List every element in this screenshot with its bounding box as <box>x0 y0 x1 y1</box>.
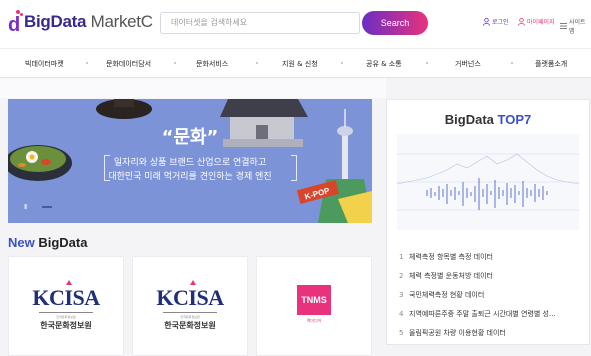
search-button[interactable]: Search <box>362 11 428 35</box>
nav-item-bigdata-market[interactable]: 빅데이터마켓 <box>25 59 64 69</box>
sitemap-label: 사이트맵 <box>568 19 586 35</box>
card-org-name: 한국문화정보원 <box>40 321 92 330</box>
banner-title: “문화” <box>161 127 219 148</box>
kcisa-logo: KCISA <box>32 285 100 310</box>
new-bigdata-title: New BigData <box>8 235 88 250</box>
user-icon <box>483 17 490 26</box>
nav-item-culture-data[interactable]: 문화데이터담서 <box>106 59 151 69</box>
search-input[interactable]: 데이터셋을 검색하세요 <box>160 12 360 34</box>
main-nav: 빅데이터마켓 문화데이터담서 문화서비스 지원 & 신청 공유 & 소통 거버넌… <box>0 48 591 78</box>
tnms-logo: TNMS <box>297 285 331 315</box>
nav-item-governance[interactable]: 거버넌스 <box>455 59 481 69</box>
banner-subtitle-line2: 대한민국 미래 먹거리를 견인하는 경제 엔진 <box>108 172 272 182</box>
user-icon <box>518 17 525 26</box>
dataset-card[interactable]: KCISA 한국문화정보원 한국문화정보원 <box>8 256 124 356</box>
top7-title: BigData TOP7 <box>444 112 532 127</box>
top7-item[interactable]: 2 체력 측정별 운동처방 데이터 <box>399 271 585 281</box>
card-org-name: 한국문화정보원 <box>164 321 216 330</box>
nav-item-support[interactable]: 지원 & 신청 <box>282 59 318 69</box>
menu-icon <box>560 23 567 29</box>
top7-item[interactable]: 1 체력측정 항목별 측정 데이터 <box>399 252 585 262</box>
login-label: 로그인 <box>492 19 509 26</box>
banner-subtitle-line1: 일자리와 상품 브랜드 산업으로 연결하고 <box>113 158 267 168</box>
sitemap-link[interactable]: 사이트맵 <box>560 17 591 35</box>
top7-item[interactable]: 5 올림픽공원 차량 이용현황 데이터 <box>399 328 585 338</box>
site-logo[interactable]: d BigData MarketC <box>8 10 153 36</box>
nav-item-share[interactable]: 공유 & 소통 <box>366 59 402 69</box>
mypage-link[interactable]: 마이페이지 <box>518 17 555 26</box>
hero-banner[interactable]: K-POP “문화” 일자리와 상품 브랜드 산업으로 연결하고 대한민국 미래… <box>8 99 372 223</box>
dataset-card[interactable]: TNMS 렉미디어 <box>256 256 372 356</box>
top7-item[interactable]: 4 지역예따른주중 주말 출퇴근 시간대별 연령별 성… <box>399 309 585 319</box>
logo-mark-icon: d <box>8 10 23 36</box>
card-org-name: 렉미디어 <box>306 318 322 323</box>
logo-text-light: MarketC <box>90 12 153 31</box>
top7-panel: BigData TOP7 1 체력측정 항목별 측정 데이터 2 체력 측정별 … <box>386 99 590 345</box>
dataset-card[interactable]: KCISA 한국문화정보원 한국문화정보원 <box>132 256 248 356</box>
nav-item-platform-intro[interactable]: 플랫폼소개 <box>535 59 567 69</box>
pause-button[interactable]: II <box>24 203 27 211</box>
logo-text-main: BigData <box>24 12 87 31</box>
login-link[interactable]: 로그인 <box>483 17 509 26</box>
banner-pager[interactable] <box>42 206 52 208</box>
nav-item-culture-service[interactable]: 문화서비스 <box>196 59 228 69</box>
site-header: d BigData MarketC 데이터셋을 검색하세요 Search 로그인… <box>0 0 591 48</box>
top7-item[interactable]: 3 국민체력측정 현황 데이터 <box>399 290 585 300</box>
mypage-label: 마이페이지 <box>527 19 555 26</box>
spacer-band <box>0 78 386 98</box>
waveform-graphic <box>396 153 580 211</box>
top7-chart-image <box>396 134 580 230</box>
kcisa-logo: KCISA <box>156 285 224 310</box>
